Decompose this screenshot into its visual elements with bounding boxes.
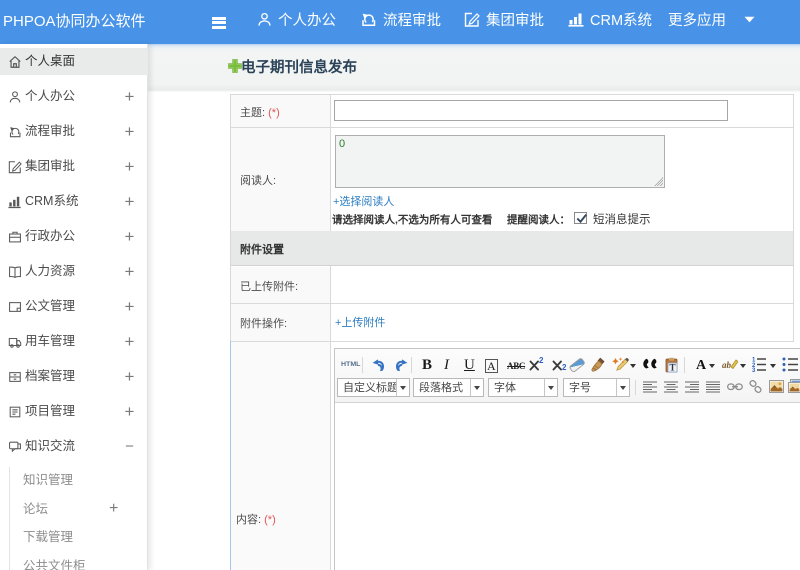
- svg-text:3: 3: [752, 368, 756, 372]
- svg-text:ab: ab: [722, 360, 732, 370]
- svg-text:T: T: [669, 363, 675, 373]
